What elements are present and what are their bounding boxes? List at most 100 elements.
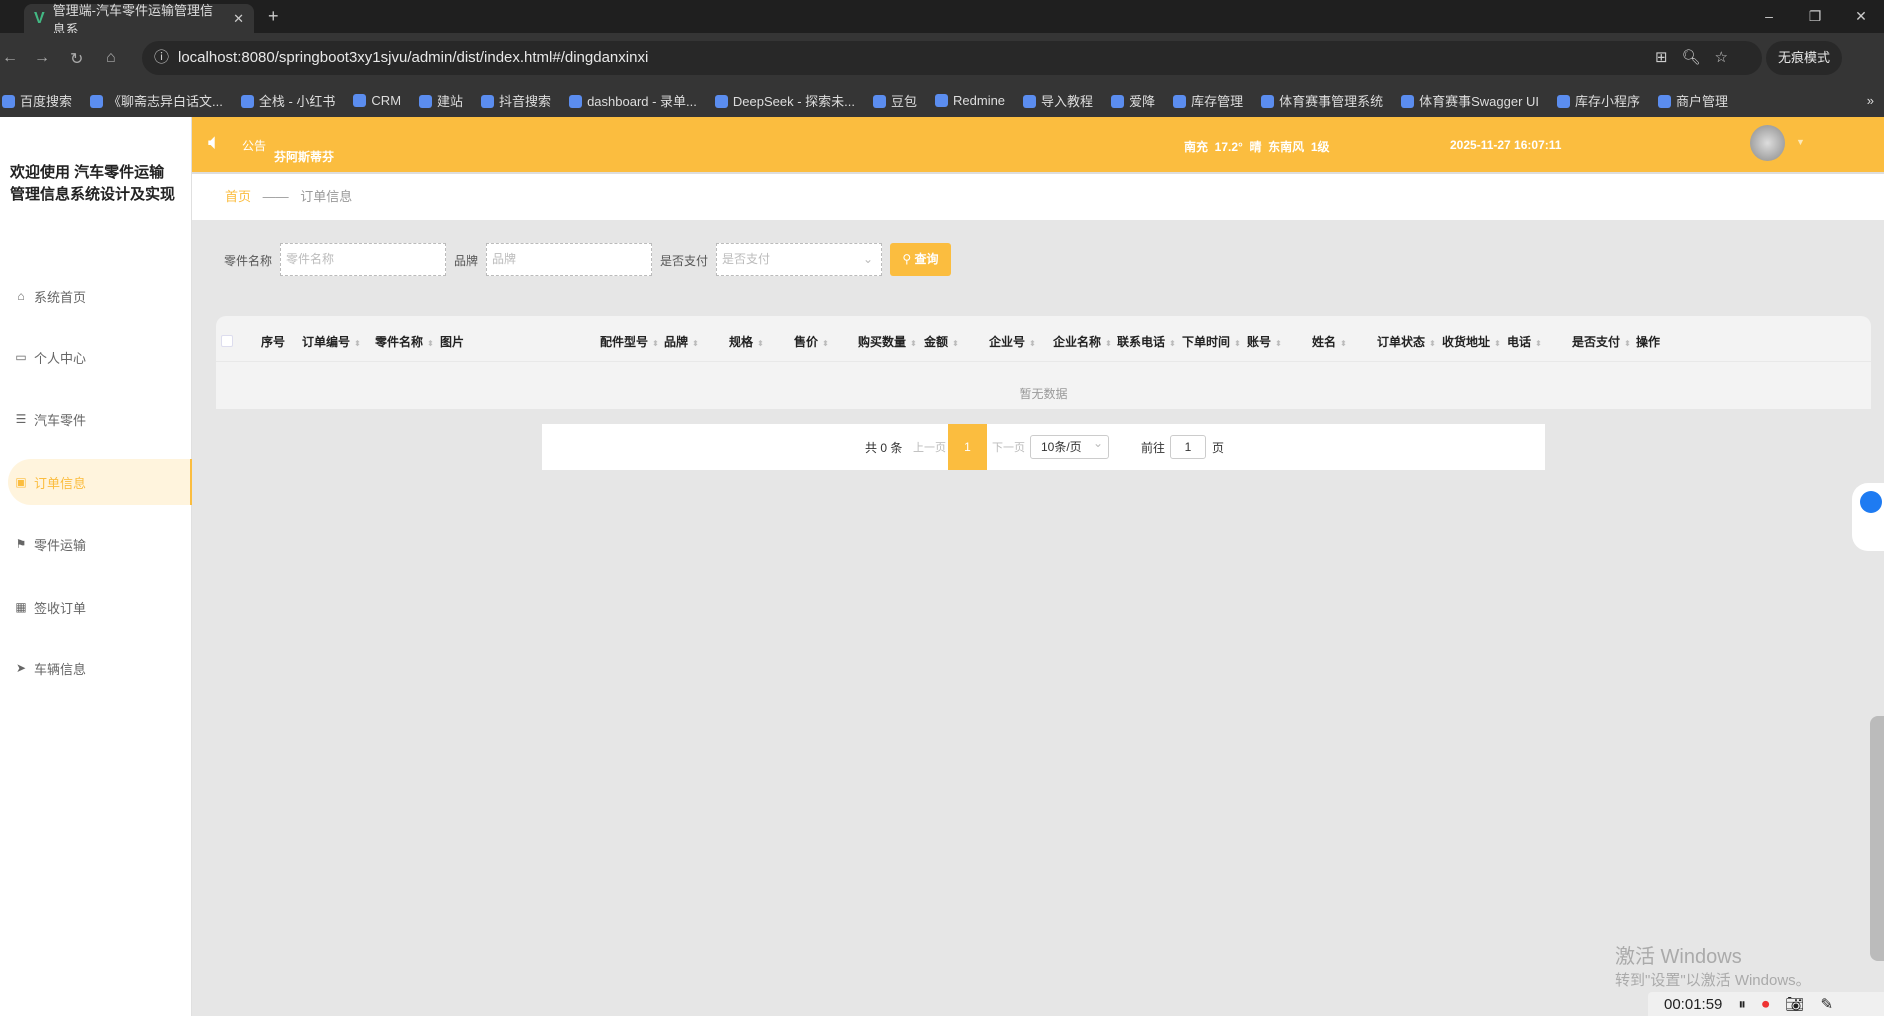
bookmark-item[interactable]: 抖音搜索 [481, 91, 551, 110]
sort-icon[interactable]: ⬍ [757, 339, 764, 348]
column-header[interactable]: 品牌 ⬍ [664, 333, 699, 350]
sidebar-item-6[interactable]: ➤ 车辆信息 [8, 645, 192, 691]
bookmark-item[interactable]: 建站 [419, 91, 463, 110]
sort-icon[interactable]: ⬍ [1029, 339, 1036, 348]
incognito-badge[interactable]: 无痕模式 [1766, 41, 1843, 75]
column-header[interactable]: 电话 ⬍ [1507, 333, 1542, 350]
sort-icon[interactable]: ⬍ [1429, 339, 1436, 348]
bookmark-item[interactable]: DeepSeek - 探索未... [714, 91, 855, 110]
column-header[interactable]: 购买数量 ⬍ [858, 333, 917, 350]
column-header-label: 订单状态 [1377, 335, 1426, 349]
bookmark-item[interactable]: 全栈 - 小红书 [240, 91, 335, 110]
sort-icon[interactable]: ⬍ [822, 339, 829, 348]
column-header[interactable]: 金额 ⬍ [924, 333, 959, 350]
pause-icon[interactable]: ⏸︎ [1738, 996, 1746, 1013]
sort-icon[interactable]: ⬍ [910, 339, 917, 348]
translate-zoom-bookmark-icons[interactable]: ⊞🔍︎☆ [1655, 41, 1742, 75]
more-bookmarks-icon[interactable]: » [1867, 93, 1874, 108]
sidebar-item-5[interactable]: ▦ 签收订单 [8, 584, 192, 630]
sort-icon[interactable]: ⬍ [427, 339, 434, 348]
pagination: 共 0 条 上一页 1 下一页 10条/页 ⌄ 前往 1 页 [542, 424, 1545, 470]
column-header[interactable]: 零件名称 ⬍ [375, 333, 434, 350]
vue-logo-icon: V [34, 9, 45, 27]
breadcrumb-home[interactable]: 首页 [225, 189, 251, 204]
bookmark-item[interactable]: 百度搜索 [2, 91, 72, 110]
sort-icon[interactable]: ⬍ [354, 339, 361, 348]
current-page-button[interactable]: 1 [948, 424, 987, 470]
bookmark-item[interactable]: 库存小程序 [1557, 91, 1640, 110]
bookmark-item[interactable]: 体育赛事Swagger UI [1401, 91, 1539, 110]
pen-icon[interactable]: ✎ [1820, 995, 1833, 1013]
sidebar-item-3[interactable]: ▣ 订单信息 [8, 459, 192, 505]
goto-page-input[interactable]: 1 [1170, 435, 1206, 459]
part-name-input[interactable]: 零件名称 [280, 243, 446, 276]
close-tab-icon[interactable]: ✕ [233, 11, 244, 27]
forward-icon[interactable]: → [34, 49, 50, 67]
column-header[interactable]: 姓名 ⬍ [1312, 333, 1347, 350]
page-size-select[interactable]: 10条/页 ⌄ [1030, 435, 1109, 459]
select-all-checkbox[interactable] [221, 335, 233, 347]
sort-icon[interactable]: ⬍ [1624, 339, 1631, 348]
bookmark-item[interactable]: dashboard - 录单... [569, 91, 697, 110]
reload-icon[interactable]: ↻ [70, 49, 83, 69]
sort-icon[interactable]: ⬍ [652, 339, 659, 348]
bookmark-item[interactable]: 体育赛事管理系统 [1261, 91, 1383, 110]
column-header[interactable]: 下单时间 ⬍ [1182, 333, 1241, 350]
new-tab-button[interactable]: + [268, 6, 279, 27]
prev-page-button[interactable]: 上一页 [913, 439, 946, 455]
column-header[interactable]: 企业号 ⬍ [989, 333, 1036, 350]
column-header[interactable]: 是否支付 ⬍ [1572, 333, 1631, 350]
column-header[interactable]: 收货地址 ⬍ [1442, 333, 1501, 350]
windows-activation-watermark: 激活 Windows 转到"设置"以激活 Windows。 [1615, 940, 1811, 990]
floating-assist-button[interactable] [1852, 483, 1884, 551]
sort-icon[interactable]: ⬍ [1275, 339, 1282, 348]
next-page-button[interactable]: 下一页 [992, 439, 1025, 455]
stop-record-icon[interactable]: ⏺︎ [1762, 996, 1770, 1013]
browser-tab[interactable]: V 管理端-汽车零件运输管理信息系 ✕ [24, 3, 254, 37]
sidebar-item-0[interactable]: ⌂ 系统首页 [8, 273, 192, 319]
sidebar-item-4[interactable]: ⚑ 零件运输 [8, 521, 192, 567]
bookmark-item[interactable]: 爱降 [1111, 91, 1155, 110]
back-icon[interactable]: ← [2, 49, 18, 67]
column-header[interactable]: 规格 ⬍ [729, 333, 764, 350]
query-button[interactable]: ⚲ 查询 [890, 243, 951, 276]
side-toolbar[interactable] [1870, 716, 1884, 961]
bookmark-item[interactable]: Redmine [935, 93, 1005, 108]
minimize-button[interactable]: – [1746, 0, 1792, 33]
column-header[interactable]: 企业名称 ⬍ [1053, 333, 1112, 350]
avatar[interactable] [1750, 125, 1785, 161]
home-icon[interactable]: ⌂ [106, 49, 116, 67]
column-header-label: 下单时间 [1182, 335, 1231, 349]
column-header[interactable]: 售价 ⬍ [794, 333, 829, 350]
bookmark-item[interactable]: 商户管理 [1658, 91, 1728, 110]
bookmark-item[interactable]: CRM [353, 93, 401, 108]
sidebar-item-1[interactable]: ▭ 个人中心 [8, 334, 192, 380]
sort-icon[interactable]: ⬍ [1494, 339, 1501, 348]
bookmark-item[interactable]: 库存管理 [1173, 91, 1243, 110]
sort-icon[interactable]: ⬍ [1340, 339, 1347, 348]
bookmark-item[interactable]: 导入教程 [1023, 91, 1093, 110]
sort-icon[interactable]: ⬍ [952, 339, 959, 348]
caret-down-icon[interactable]: ▼ [1796, 137, 1805, 147]
bookmark-item[interactable]: 豆包 [873, 91, 917, 110]
sort-icon[interactable]: ⬍ [1105, 339, 1112, 348]
column-header[interactable]: 订单编号 ⬍ [302, 333, 361, 350]
column-header-label: 图片 [440, 335, 465, 349]
paid-select[interactable]: 是否支付 ⌄ [716, 243, 882, 276]
camera-icon[interactable]: 📷︎ [1785, 995, 1804, 1013]
column-header[interactable]: 账号 ⬍ [1247, 333, 1282, 350]
sort-icon[interactable]: ⬍ [1234, 339, 1241, 348]
column-header[interactable]: 订单状态 ⬍ [1377, 333, 1436, 350]
column-header[interactable]: 配件型号 ⬍ [600, 333, 659, 350]
brand-input[interactable]: 品牌 [486, 243, 652, 276]
url-bar[interactable]: ⓘ localhost:8080/springboot3xy1sjvu/admin… [142, 41, 1762, 75]
sort-icon[interactable]: ⬍ [692, 339, 699, 348]
bookmark-item[interactable]: 《聊斋志异白话文... [90, 91, 223, 110]
restore-button[interactable]: ❐ [1792, 0, 1838, 33]
sidebar-item-2[interactable]: ☰ 汽车零件 [8, 396, 192, 442]
sort-icon[interactable]: ⬍ [1169, 339, 1176, 348]
column-header[interactable]: 联系电话 ⬍ [1117, 333, 1176, 350]
sort-icon[interactable]: ⬍ [1535, 339, 1542, 348]
close-window-button[interactable]: ✕ [1838, 0, 1884, 33]
site-info-icon[interactable]: ⓘ [154, 41, 169, 75]
